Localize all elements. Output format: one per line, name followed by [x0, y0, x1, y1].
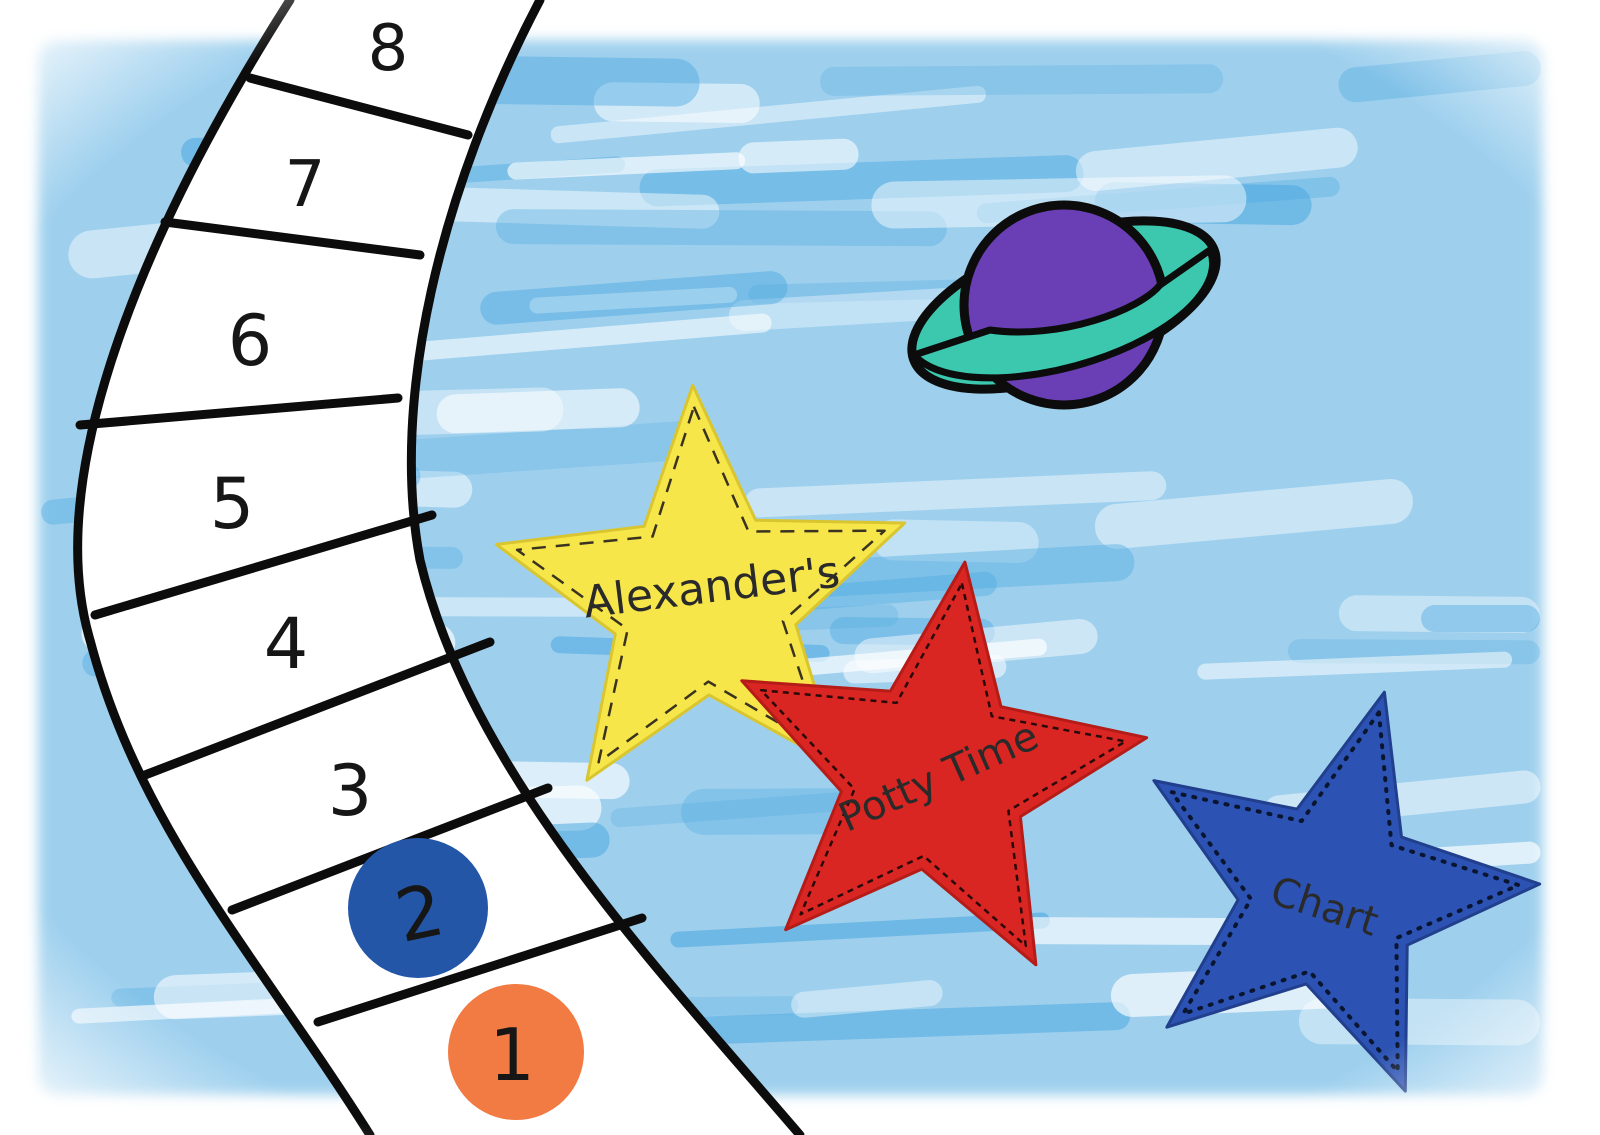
brush-stroke	[436, 388, 640, 434]
square-7-number: 7	[285, 148, 326, 222]
square-5-number: 5	[210, 463, 255, 545]
square-6-number: 6	[228, 300, 273, 382]
square-3-number: 3	[328, 750, 373, 832]
potty-chart-scene: 8 7 6 5 4 3 2 1 2 1 Alexander's Potty Ti…	[0, 0, 1600, 1135]
square-4-number: 4	[264, 603, 309, 685]
square-8-number: 8	[368, 12, 409, 86]
brush-stroke	[738, 138, 859, 174]
orange-token-label: 1	[489, 1013, 535, 1097]
brush-stroke	[820, 64, 1224, 96]
brush-stroke	[1421, 605, 1540, 632]
